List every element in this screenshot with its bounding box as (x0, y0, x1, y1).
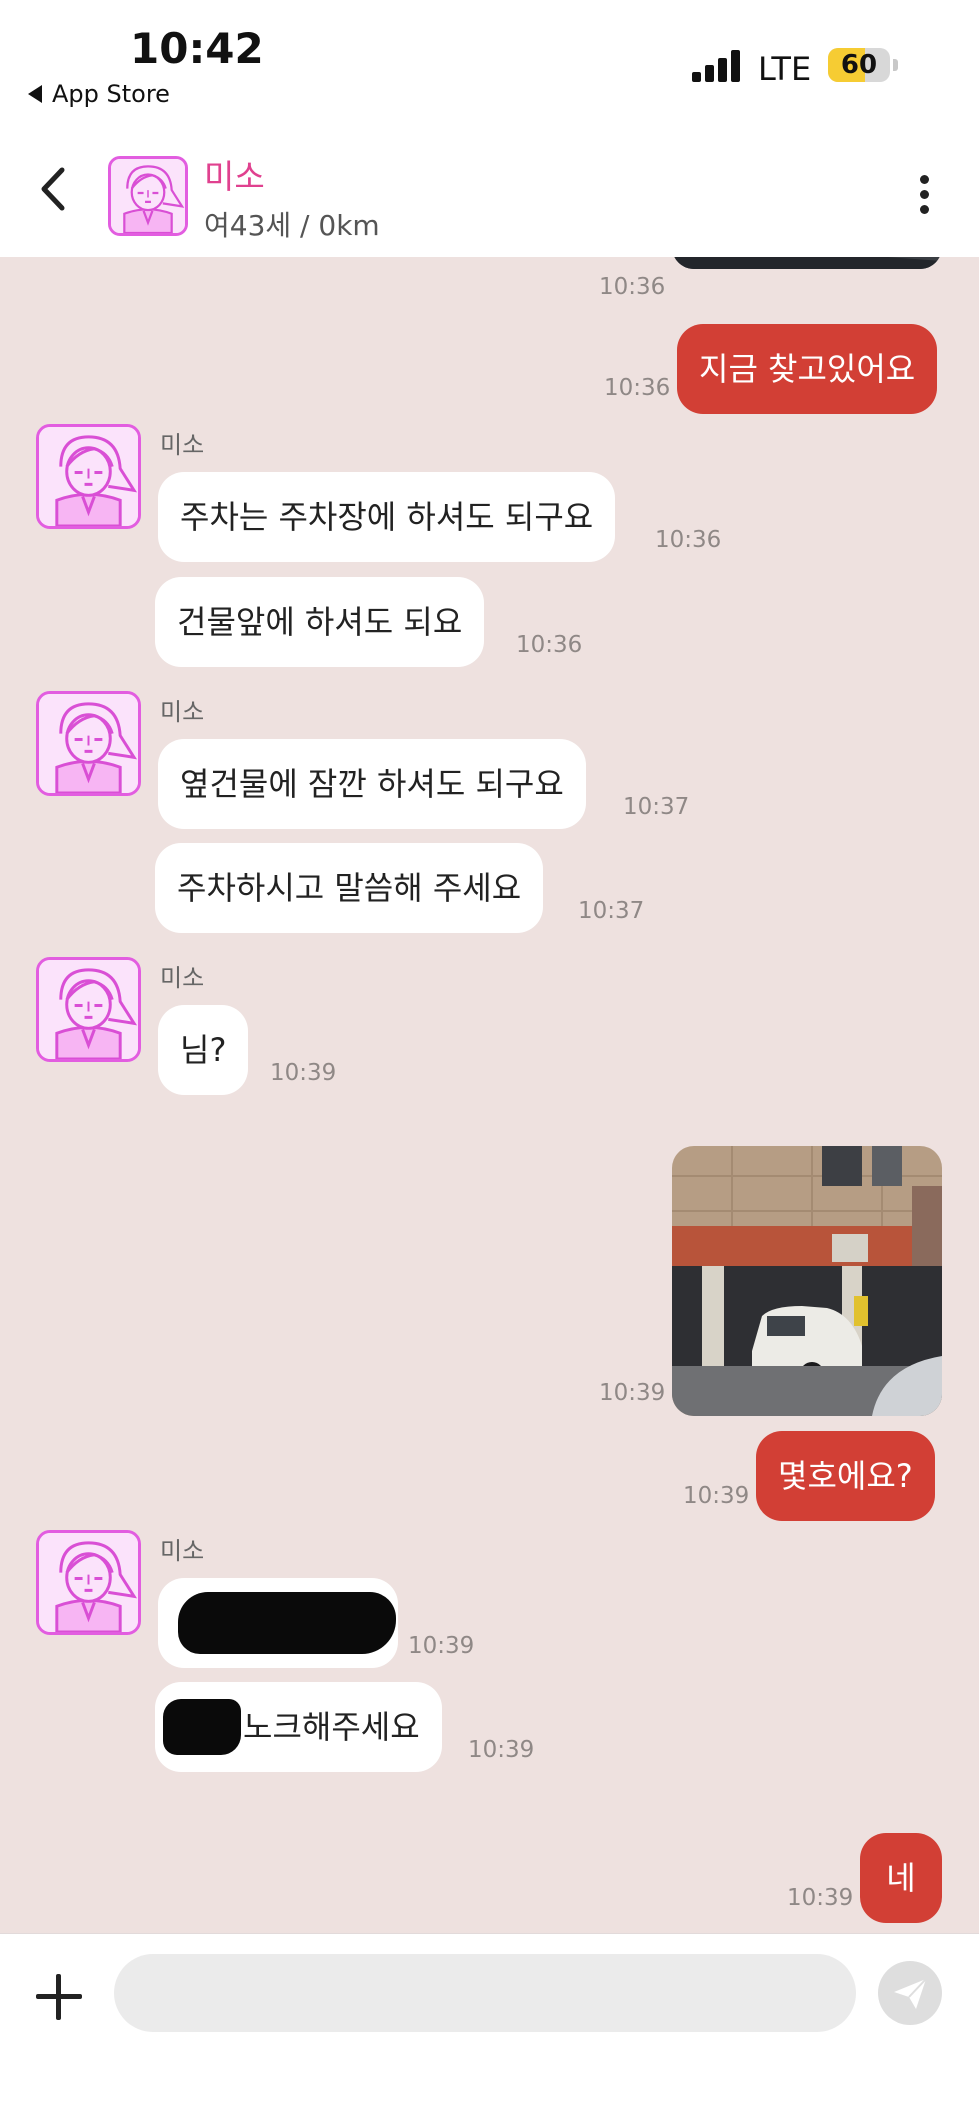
back-app-label: App Store (52, 80, 170, 108)
message-text: 노크해주세요 (243, 1708, 420, 1746)
redaction-scribble (178, 1592, 396, 1654)
received-message[interactable]: 옆건물에 잠깐 하셔도 되구요 (158, 739, 586, 829)
message-time: 10:36 (599, 274, 666, 300)
battery-icon: 60 (828, 48, 890, 82)
back-triangle-icon (28, 85, 42, 103)
received-message[interactable]: 건물앞에 하셔도 되요 (155, 577, 485, 667)
message-input-bar (0, 1933, 979, 2124)
status-time: 10:42 (130, 24, 264, 73)
contact-info: 여43세 / 0km (204, 209, 380, 242)
network-label: LTE (758, 50, 812, 88)
redaction-scribble (163, 1699, 241, 1755)
send-button[interactable] (878, 1961, 942, 2025)
message-time: 10:36 (604, 375, 671, 401)
message-list[interactable]: 10:36 지금 찾고있어요 10:36 미소 주차는 주차장에 하셔도 되구요… (0, 257, 979, 1933)
message-time: 10:39 (468, 1737, 535, 1763)
sender-avatar[interactable] (36, 424, 141, 529)
message-time: 10:37 (623, 794, 690, 820)
message-time: 10:39 (787, 1885, 854, 1911)
avatar-illustration-icon (39, 427, 138, 526)
received-message[interactable]: 노크해주세요 (155, 1682, 442, 1772)
sender-avatar[interactable] (36, 691, 141, 796)
contact-name[interactable]: 미소 (204, 150, 265, 198)
attach-button[interactable] (36, 1974, 82, 2020)
profile-avatar[interactable] (108, 156, 188, 236)
more-vertical-icon (920, 175, 929, 184)
more-options-button[interactable] (910, 170, 940, 220)
received-redacted-message[interactable] (158, 1578, 398, 1668)
battery-cap (893, 59, 898, 71)
sent-message[interactable]: 몇호에요? (756, 1431, 935, 1521)
avatar-illustration-icon (39, 1533, 138, 1632)
message-time: 10:39 (408, 1633, 475, 1659)
sender-name: 미소 (160, 431, 205, 459)
received-message[interactable]: 주차는 주차장에 하셔도 되구요 (158, 472, 616, 562)
avatar-illustration-icon (111, 159, 185, 233)
sender-name: 미소 (160, 698, 205, 726)
avatar-illustration-icon (39, 694, 138, 793)
back-button[interactable] (30, 164, 80, 214)
signal-icon (692, 50, 742, 82)
send-icon (894, 1978, 927, 2009)
chat-header: 미소 여43세 / 0km (0, 120, 979, 257)
message-time: 10:39 (683, 1483, 750, 1509)
message-time: 10:39 (270, 1060, 337, 1086)
sender-avatar[interactable] (36, 1530, 141, 1635)
sender-name: 미소 (160, 1537, 205, 1565)
message-time: 10:37 (578, 898, 645, 924)
message-time: 10:39 (599, 1380, 666, 1406)
sent-message[interactable]: 네 (860, 1833, 942, 1923)
avatar-illustration-icon (39, 960, 138, 1059)
received-message[interactable]: 주차하시고 말씀해 주세요 (155, 843, 544, 933)
message-input[interactable] (114, 1954, 856, 2032)
message-time: 10:36 (516, 632, 583, 658)
battery-percent: 60 (840, 50, 878, 80)
sent-photo[interactable] (672, 1146, 942, 1416)
message-time: 10:36 (655, 527, 722, 553)
sent-message[interactable]: 지금 찾고있어요 (677, 324, 938, 414)
sender-name: 미소 (160, 964, 205, 992)
status-bar: 10:42 App Store LTE 60 (0, 0, 979, 120)
received-message[interactable]: 님? (158, 1005, 249, 1095)
back-to-app-link[interactable]: App Store (28, 80, 170, 108)
back-chevron-icon (41, 167, 65, 211)
sent-photo[interactable] (672, 257, 942, 269)
sender-avatar[interactable] (36, 957, 141, 1062)
